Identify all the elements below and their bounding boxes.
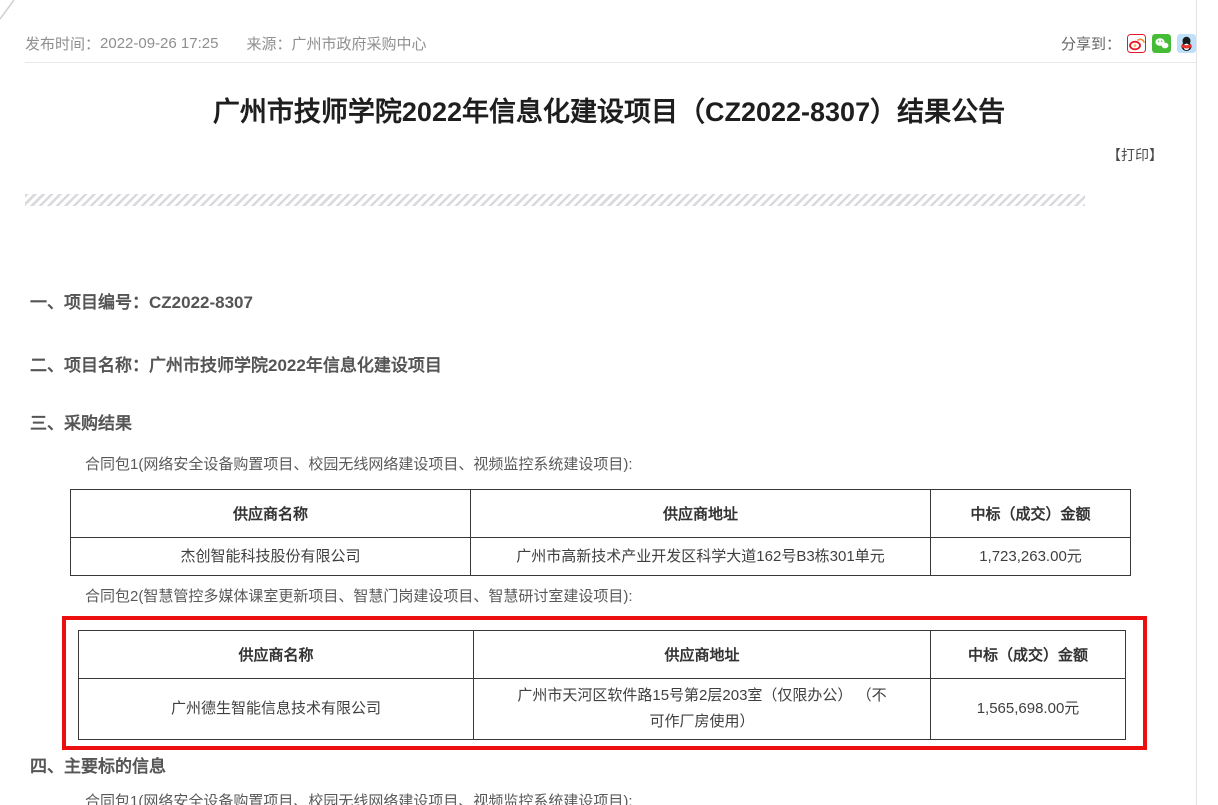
section-project-name: 二、项目名称：广州市技师学院2022年信息化建设项目 xyxy=(30,356,1218,376)
publish-time-label: 发布时间： xyxy=(25,33,100,54)
supplier-name-cell: 杰创智能科技股份有限公司 xyxy=(71,538,471,576)
wechat-share-icon[interactable] xyxy=(1152,34,1171,53)
qq-share-icon[interactable] xyxy=(1177,34,1196,53)
corner-fold-decoration xyxy=(0,0,16,20)
header-supplier-name: 供应商名称 xyxy=(79,631,474,679)
supplier-address-cell: 广州市天河区软件路15号第2层203室（仅限办公） （不可作厂房使用） xyxy=(474,679,931,740)
section-project-number: 一、项目编号：CZ2022-8307 xyxy=(30,293,1218,313)
weibo-share-icon[interactable] xyxy=(1127,34,1146,53)
section-purchase-result: 三、采购结果 xyxy=(30,414,1218,434)
package1-result-table: 供应商名称 供应商地址 中标（成交）金额 杰创智能科技股份有限公司 广州市高新技… xyxy=(70,489,1131,576)
supplier-name-cell: 广州德生智能信息技术有限公司 xyxy=(79,679,474,740)
header-supplier-address: 供应商地址 xyxy=(471,490,931,538)
meta-bar: 发布时间： 2022-09-26 17:25 来源： 广州市政府采购中心 分享到… xyxy=(25,33,1196,53)
award-amount-cell: 1,723,263.00元 xyxy=(931,538,1131,576)
source-label: 来源： xyxy=(246,33,291,54)
table-row: 杰创智能科技股份有限公司 广州市高新技术产业开发区科学大道162号B3栋301单… xyxy=(71,538,1131,576)
page-title: 广州市技师学院2022年信息化建设项目（CZ2022-8307）结果公告 xyxy=(0,96,1218,128)
supplier-address-cell: 广州市高新技术产业开发区科学大道162号B3栋301单元 xyxy=(471,538,931,576)
print-button[interactable]: 【打印】 xyxy=(1107,147,1163,163)
header-supplier-address: 供应商地址 xyxy=(474,631,931,679)
table-header-row: 供应商名称 供应商地址 中标（成交）金额 xyxy=(79,631,1126,679)
meta-divider-line xyxy=(25,62,1196,63)
share-label: 分享到： xyxy=(1061,33,1121,54)
clipped-package-line: 合同包1(网络安全设备购置项目、校园无线网络建设项目、视频监控系统建设项目): xyxy=(85,790,1218,805)
content-right-border xyxy=(1196,0,1197,805)
print-row: 【打印】 xyxy=(0,145,1163,162)
table-header-row: 供应商名称 供应商地址 中标（成交）金额 xyxy=(71,490,1131,538)
package2-label: 合同包2(智慧管控多媒体课室更新项目、智慧门岗建设项目、智慧研讨室建设项目): xyxy=(85,588,1218,606)
award-amount-cell: 1,565,698.00元 xyxy=(931,679,1126,740)
hatched-divider xyxy=(25,194,1085,206)
announcement-page: 发布时间： 2022-09-26 17:25 来源： 广州市政府采购中心 分享到… xyxy=(0,0,1218,805)
package1-label: 合同包1(网络安全设备购置项目、校园无线网络建设项目、视频监控系统建设项目): xyxy=(85,456,1218,474)
share-bar: 分享到： xyxy=(1061,33,1196,54)
section-main-subject-info: 四、主要标的信息 xyxy=(30,757,1218,777)
table-row: 广州德生智能信息技术有限公司 广州市天河区软件路15号第2层203室（仅限办公）… xyxy=(79,679,1126,740)
package2-result-table: 供应商名称 供应商地址 中标（成交）金额 广州德生智能信息技术有限公司 广州市天… xyxy=(78,630,1126,740)
source-value: 广州市政府采购中心 xyxy=(291,33,426,54)
header-award-amount: 中标（成交）金额 xyxy=(931,631,1126,679)
publish-time-value: 2022-09-26 17:25 xyxy=(100,35,218,52)
header-award-amount: 中标（成交）金额 xyxy=(931,490,1131,538)
highlight-red-box: 供应商名称 供应商地址 中标（成交）金额 广州德生智能信息技术有限公司 广州市天… xyxy=(62,616,1147,750)
header-supplier-name: 供应商名称 xyxy=(71,490,471,538)
